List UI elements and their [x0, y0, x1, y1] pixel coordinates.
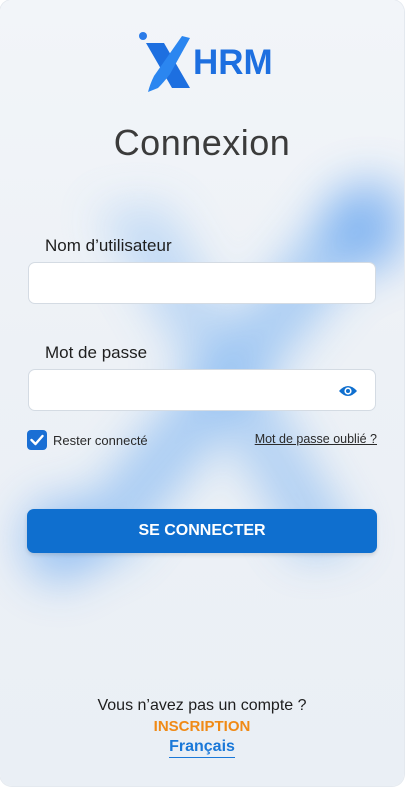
- login-button[interactable]: SE CONNECTER: [27, 509, 377, 553]
- remember-me[interactable]: Rester connecté: [27, 430, 148, 450]
- password-label: Mot de passe: [45, 343, 148, 362]
- login-card: HRM Connexion Nom d’utilisateur Mot de p…: [0, 0, 404, 786]
- check-icon: [30, 434, 44, 446]
- password-input[interactable]: [28, 369, 376, 411]
- eye-icon[interactable]: [338, 383, 358, 399]
- xhrm-logo: HRM: [139, 32, 273, 92]
- username-label: Nom d’utilisateur: [45, 236, 172, 255]
- language-selector[interactable]: Français: [169, 738, 235, 758]
- username-input[interactable]: [28, 262, 376, 304]
- login-screen: HRM Connexion Nom d’utilisateur Mot de p…: [0, 0, 405, 787]
- page-title: Connexion: [113, 122, 291, 163]
- svg-text:HRM: HRM: [193, 43, 273, 82]
- no-account-text: Vous n’avez pas un compte ?: [97, 697, 307, 714]
- signup-link[interactable]: INSCRIPTION: [0, 718, 404, 735]
- remember-me-checkbox[interactable]: [27, 430, 47, 450]
- language-row: Français: [0, 738, 404, 758]
- remember-me-label: Rester connecté: [53, 432, 148, 448]
- forgot-password-link[interactable]: Mot de passe oublié ?: [255, 432, 377, 446]
